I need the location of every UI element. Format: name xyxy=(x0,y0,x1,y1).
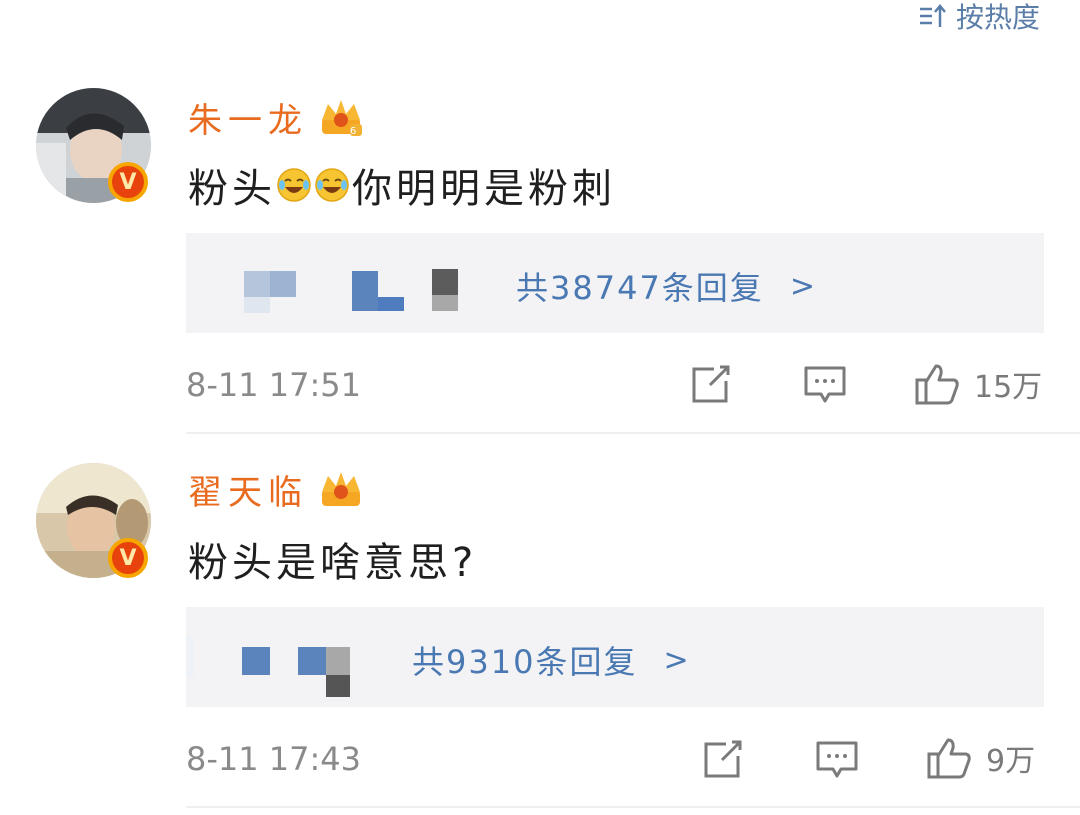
chevron-right-icon: > xyxy=(663,642,691,678)
share-icon xyxy=(704,740,742,778)
comment-button[interactable] xyxy=(815,740,859,780)
verified-badge: V xyxy=(108,538,148,578)
reply-preview-box[interactable]: 共9310条回复 > xyxy=(186,607,1044,707)
blurred-avatar xyxy=(298,647,326,675)
like-count: 9万 xyxy=(986,744,1036,779)
share-button[interactable] xyxy=(702,738,744,780)
blurred-avatar xyxy=(242,647,270,675)
thumbs-up-icon xyxy=(927,738,971,779)
blurred-avatar xyxy=(326,675,350,697)
reply-count-link[interactable]: 共9310条回复 > xyxy=(412,637,691,683)
comment-icon xyxy=(816,741,858,778)
username-text: 翟天临 xyxy=(188,472,308,513)
blurred-avatar xyxy=(186,637,194,677)
blurred-avatar xyxy=(326,647,350,675)
username[interactable]: 翟天临 xyxy=(188,466,364,513)
comment-text: 粉头是啥意思? xyxy=(188,534,477,586)
crown-icon xyxy=(318,468,364,510)
like-button[interactable]: 9万 xyxy=(926,736,1035,780)
comment-item: V 翟天临 粉头是啥意思? 共9310条回复 > 8-11 17:43 9万 xyxy=(0,0,1080,815)
comment-text-part: 粉头是啥意思? xyxy=(188,540,478,586)
comment-timestamp: 8-11 17:43 xyxy=(186,740,362,778)
divider xyxy=(186,806,1080,808)
reply-count-text: 共9310条回复 xyxy=(412,643,638,681)
